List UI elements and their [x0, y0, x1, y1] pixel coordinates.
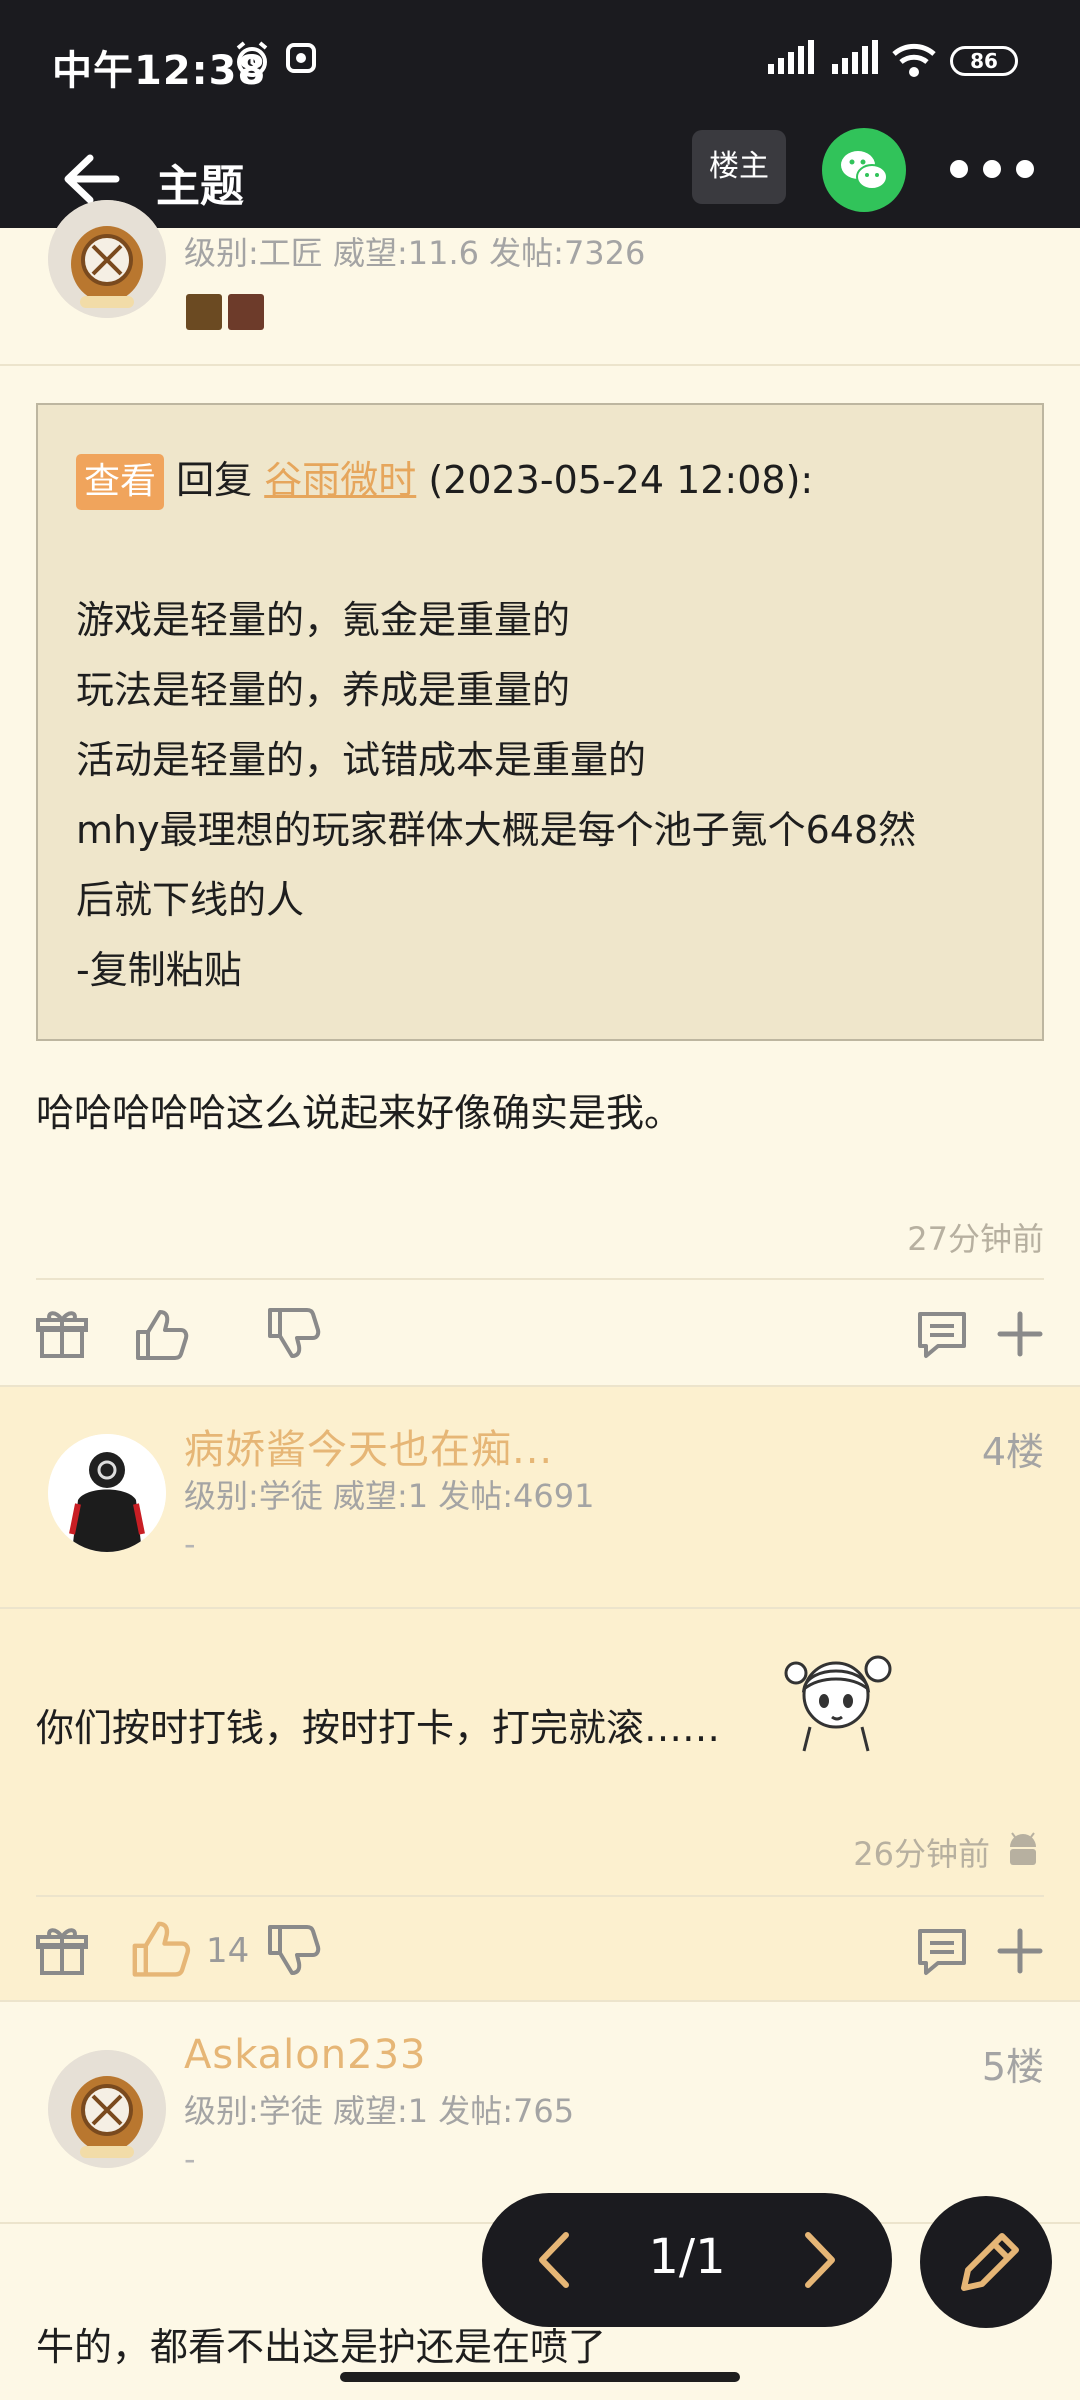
- user-signature: -: [184, 2140, 196, 2178]
- comment-icon[interactable]: [912, 1921, 972, 1981]
- status-bar: 中午12:38 86: [0, 0, 1080, 128]
- wifi-icon: [892, 43, 936, 77]
- divider: [36, 1278, 1044, 1280]
- plus-icon[interactable]: [990, 1304, 1050, 1364]
- user-info: 级别:工匠 威望:11.6 发帖:7326: [184, 234, 646, 272]
- username[interactable]: Askalon233: [184, 2032, 426, 2078]
- post-time: 26分钟前: [853, 1835, 990, 1873]
- avatar[interactable]: [48, 2050, 166, 2168]
- thumb-down-icon[interactable]: [262, 1304, 322, 1364]
- quote-line: -复制粘贴: [76, 948, 242, 992]
- battery-indicator: 86: [950, 46, 1018, 76]
- avatar[interactable]: [48, 200, 166, 318]
- quote-time: (2023-05-24 12:08):: [428, 458, 814, 502]
- user-signature: -: [184, 1525, 196, 1563]
- medal-icon: [186, 294, 222, 330]
- quote-block: 查看 回复 谷雨微时 (2023-05-24 12:08): 游戏是轻量的，氪金…: [36, 403, 1044, 1041]
- gift-icon[interactable]: [32, 1921, 92, 1981]
- quote-line: mhy最理想的玩家群体大概是每个池子氪个648然: [76, 808, 917, 852]
- chevron-right-icon[interactable]: [788, 2227, 848, 2293]
- pencil-icon: [961, 2233, 1019, 2291]
- comment-icon[interactable]: [912, 1304, 972, 1364]
- user-info: 级别:学徒 威望:1 发帖:765: [184, 2092, 575, 2130]
- quoted-user-link[interactable]: 谷雨微时: [264, 458, 416, 502]
- quote-line: 玩法是轻量的，养成是重量的: [76, 668, 571, 712]
- post-time: 27分钟前: [907, 1220, 1044, 1258]
- wechat-share-button[interactable]: [822, 128, 906, 212]
- gift-icon[interactable]: [32, 1304, 92, 1364]
- user-info: 级别:学徒 威望:1 发帖:4691: [184, 1477, 595, 1515]
- floor-number: 4楼: [981, 1430, 1044, 1474]
- signal-2-icon: [832, 40, 878, 74]
- divider: [0, 2000, 1080, 2002]
- top-app-bar: 主题 楼主: [0, 128, 1080, 228]
- post-body: 牛的，都看不出这是护还是在喷了: [36, 2325, 607, 2369]
- avatar[interactable]: [48, 1434, 166, 1552]
- alarm-icon: [236, 41, 268, 77]
- settings-status-icon: [286, 43, 316, 73]
- page-navigator: 1/1: [482, 2193, 892, 2327]
- post-body: 你们按时打钱，按时打卡，打完就滚……: [36, 1706, 721, 1750]
- home-indicator[interactable]: [340, 2372, 740, 2382]
- divider: [0, 1385, 1080, 1387]
- page-title: 主题: [156, 161, 244, 212]
- plus-icon[interactable]: [990, 1921, 1050, 1981]
- wechat-icon: [841, 151, 888, 190]
- thumb-down-icon[interactable]: [262, 1921, 322, 1981]
- floor-number: 5楼: [981, 2045, 1044, 2089]
- post-floor-3: 级别:工匠 威望:11.6 发帖:7326 查看 回复 谷雨微时 (2023-0…: [0, 200, 1080, 1386]
- medal-icon: [228, 294, 264, 330]
- thumb-up-icon[interactable]: [126, 1915, 192, 1981]
- post-actions: [0, 1282, 1080, 1386]
- thumb-up-icon[interactable]: [130, 1304, 190, 1364]
- character-avatar-image: [48, 1434, 166, 1552]
- like-count: 14: [206, 1931, 250, 1971]
- op-only-button[interactable]: 楼主: [692, 130, 786, 204]
- divider: [36, 1895, 1044, 1897]
- divider: [0, 1607, 1080, 1609]
- diver-avatar-image: [48, 2050, 166, 2168]
- compose-reply-button[interactable]: [920, 2196, 1052, 2328]
- more-icon[interactable]: [950, 144, 1034, 194]
- android-icon: [1010, 1832, 1036, 1865]
- username[interactable]: 病娇酱今天也在痴...: [184, 1417, 553, 1475]
- post-floor-4: 病娇酱今天也在痴... 4楼 级别:学徒 威望:1 发帖:4691 - 你们按时…: [0, 1385, 1080, 2000]
- post-actions: 14: [0, 1899, 1080, 2003]
- quote-line: 活动是轻量的，试错成本是重量的: [76, 738, 647, 782]
- divider: [0, 364, 1080, 366]
- diver-avatar-image: [48, 200, 166, 318]
- view-quote-button[interactable]: 查看: [76, 454, 165, 510]
- reply-label: 回复: [176, 458, 253, 502]
- quote-line: 游戏是轻量的，氪金是重量的: [76, 598, 571, 642]
- signal-1-icon: [768, 40, 814, 74]
- sticker-emoji: [784, 1655, 892, 1752]
- quote-line: 后就下线的人: [76, 878, 305, 922]
- post-body: 哈哈哈哈哈这么说起来好像确实是我。: [36, 1091, 683, 1135]
